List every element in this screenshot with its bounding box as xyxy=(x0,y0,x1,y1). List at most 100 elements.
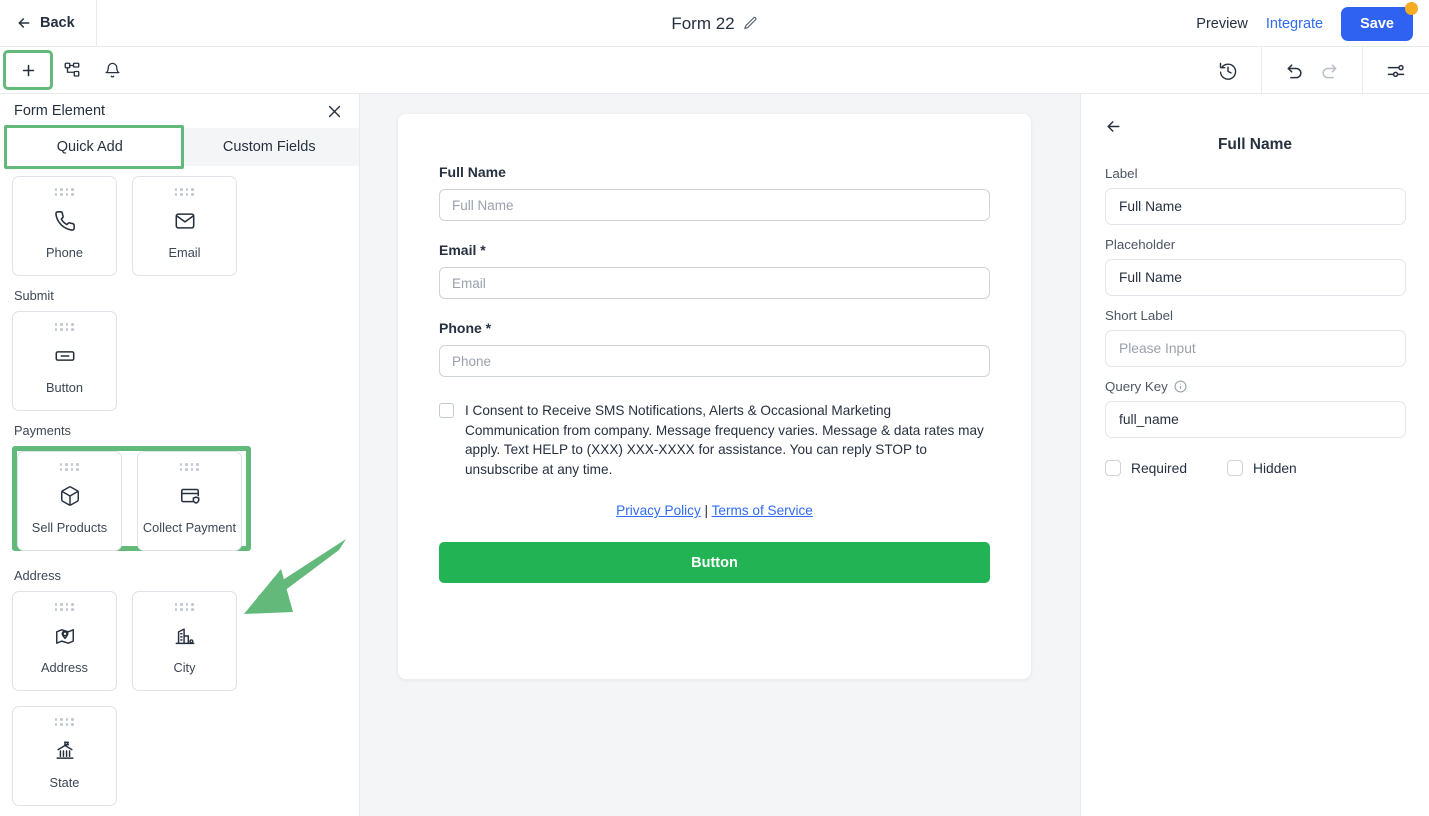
hidden-checkbox-row[interactable]: Hidden xyxy=(1227,460,1297,476)
button-icon xyxy=(54,345,76,367)
drag-handle-dots-icon[interactable] xyxy=(54,188,75,196)
required-label: Required xyxy=(1131,460,1187,476)
required-checkbox[interactable] xyxy=(1105,460,1121,476)
element-card-collect-payment[interactable]: Collect Payment xyxy=(137,451,242,551)
terms-of-service-link[interactable]: Terms of Service xyxy=(712,503,813,518)
element-card-button[interactable]: Button xyxy=(12,311,117,411)
map-pin-icon xyxy=(54,625,76,647)
version-history-icon[interactable] xyxy=(1211,54,1245,88)
element-group-address: Address City State xyxy=(12,591,347,806)
envelope-icon xyxy=(174,210,196,232)
phone-input[interactable] xyxy=(439,345,990,377)
drag-handle-dots-icon[interactable] xyxy=(174,188,195,196)
editor-toolbar xyxy=(0,47,1429,141)
required-checkbox-row[interactable]: Required xyxy=(1105,460,1187,476)
element-group-payments: Sell Products Collect Payment xyxy=(17,451,342,551)
tab-quick-add[interactable]: Quick Add xyxy=(0,128,180,166)
form-field-phone: Phone * xyxy=(439,320,990,377)
consent-text: I Consent to Receive SMS Notifications, … xyxy=(465,403,984,477)
property-query-key: Query Key xyxy=(1105,379,1406,438)
phone-icon xyxy=(54,210,76,232)
integrate-button[interactable]: Integrate xyxy=(1266,16,1323,32)
undo-redo-group xyxy=(1261,47,1362,94)
government-building-icon xyxy=(54,740,76,762)
undo-icon[interactable] xyxy=(1278,54,1312,88)
unsaved-changes-badge xyxy=(1405,1,1418,15)
form-builder-app: Back Form 22 Preview Integrate Save Form… xyxy=(0,0,1429,816)
preview-button[interactable]: Preview xyxy=(1196,16,1248,32)
email-input[interactable] xyxy=(439,267,990,299)
back-button[interactable]: Back xyxy=(0,0,97,47)
form-element-panel: Form Element Quick Add Custom Fields Pho… xyxy=(0,94,360,816)
drag-handle-dots-icon[interactable] xyxy=(59,463,80,471)
drag-handle-dots-icon[interactable] xyxy=(54,718,75,726)
form-element-tabs: Quick Add Custom Fields xyxy=(0,125,360,169)
top-bar: Back Form 22 Preview Integrate Save xyxy=(0,0,1429,47)
hidden-label: Hidden xyxy=(1253,460,1297,476)
placeholder-field[interactable] xyxy=(1105,259,1406,296)
consent-row: I Consent to Receive SMS Notifications, … xyxy=(439,401,990,479)
property-short-label: Short Label xyxy=(1105,308,1406,367)
label-field[interactable] xyxy=(1105,188,1406,225)
form-canvas: Full Name Email * Phone * I Consent to R… xyxy=(360,94,1080,816)
notification-bell-icon[interactable] xyxy=(94,55,130,85)
property-label-caption: Label xyxy=(1105,166,1138,181)
workflow-icon[interactable] xyxy=(54,55,90,85)
save-button[interactable]: Save xyxy=(1341,6,1413,41)
back-label: Back xyxy=(40,15,75,31)
element-card-label: Sell Products xyxy=(31,519,108,535)
element-card-phone[interactable]: Phone xyxy=(12,176,117,276)
element-card-state[interactable]: State xyxy=(12,706,117,806)
arrow-left-icon xyxy=(16,15,32,31)
toolbar-right-group xyxy=(1195,47,1429,94)
property-short-label-caption: Short Label xyxy=(1105,308,1174,323)
form-field-email: Email * xyxy=(439,242,990,299)
settings-sliders-icon[interactable] xyxy=(1379,54,1413,88)
section-title-payments: Payments xyxy=(14,423,71,438)
field-properties-header: Full Name xyxy=(1105,112,1405,154)
links-separator: | xyxy=(704,503,709,518)
query-key-field[interactable] xyxy=(1105,401,1406,438)
query-key-text: Query Key xyxy=(1105,379,1168,394)
tab-custom-fields[interactable]: Custom Fields xyxy=(180,128,360,166)
element-card-label: City xyxy=(173,659,196,675)
consent-checkbox[interactable] xyxy=(439,403,454,418)
save-button-wrap: Save xyxy=(1341,1,1418,41)
drag-handle-dots-icon[interactable] xyxy=(54,603,75,611)
hidden-checkbox[interactable] xyxy=(1227,460,1243,476)
redo-icon[interactable] xyxy=(1312,54,1346,88)
element-card-label: Email xyxy=(168,244,201,260)
field-label: Phone * xyxy=(439,320,492,336)
add-element-icon[interactable] xyxy=(3,50,53,90)
full-name-input[interactable] xyxy=(439,189,990,221)
payments-group-wrapper: Sell Products Collect Payment xyxy=(12,446,347,556)
element-card-label: Button xyxy=(46,379,83,395)
property-query-key-caption: Query Key xyxy=(1105,379,1405,394)
info-icon[interactable] xyxy=(1174,380,1187,393)
element-card-sell-products[interactable]: Sell Products xyxy=(17,451,122,551)
element-group-submit: Button xyxy=(12,311,347,411)
form-submit-button[interactable]: Button xyxy=(439,542,990,583)
drag-handle-dots-icon[interactable] xyxy=(179,463,200,471)
history-group xyxy=(1195,47,1261,94)
credit-card-shield-icon xyxy=(179,485,201,507)
box-icon xyxy=(59,485,81,507)
privacy-policy-link[interactable]: Privacy Policy xyxy=(616,503,701,518)
field-label: Full Name xyxy=(439,164,506,180)
form-element-panel-title: Form Element xyxy=(14,103,106,119)
element-card-address[interactable]: Address xyxy=(12,591,117,691)
legal-links-row: Privacy Policy | Terms of Service xyxy=(439,503,990,518)
field-properties-panel: Full Name Label Placeholder Short Label … xyxy=(1080,94,1429,816)
property-placeholder: Placeholder xyxy=(1105,237,1406,296)
element-card-email[interactable]: Email xyxy=(132,176,237,276)
element-card-label: Collect Payment xyxy=(142,519,237,535)
drag-handle-dots-icon[interactable] xyxy=(174,603,195,611)
short-label-field[interactable] xyxy=(1105,330,1406,367)
arrow-left-icon[interactable] xyxy=(1105,118,1122,135)
close-icon[interactable] xyxy=(326,103,343,120)
pencil-icon[interactable] xyxy=(743,16,758,31)
drag-handle-dots-icon[interactable] xyxy=(54,323,75,331)
element-card-city[interactable]: City xyxy=(132,591,237,691)
property-placeholder-caption: Placeholder xyxy=(1105,237,1176,252)
property-toggles: Required Hidden xyxy=(1105,460,1405,476)
